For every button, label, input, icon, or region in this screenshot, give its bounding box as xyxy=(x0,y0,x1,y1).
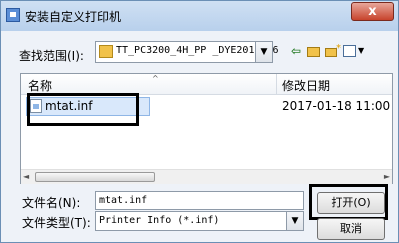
open-highlight-box xyxy=(309,184,388,220)
install-printer-dialog: 安装自定义打印机 x 查找范围(I): TT_PC3200_4H_PP _DYE… xyxy=(0,0,399,243)
chevron-down-icon[interactable]: ▼ xyxy=(255,42,272,62)
scroll-left-icon[interactable]: ◄ xyxy=(23,170,29,184)
filename-input[interactable]: mtat.inf xyxy=(95,191,304,210)
close-button[interactable]: x xyxy=(351,2,394,21)
view-menu-icon[interactable]: ▼ xyxy=(342,42,368,60)
filetype-combo[interactable]: Printer Info (*.inf) ▼ xyxy=(95,211,304,231)
filename-label: 文件名(N): xyxy=(22,196,81,210)
scroll-thumb[interactable] xyxy=(35,172,155,182)
chevron-down-icon[interactable]: ▼ xyxy=(286,212,303,230)
up-folder-icon[interactable] xyxy=(305,42,323,60)
file-date: 2017-01-18 11:00 xyxy=(282,99,391,113)
column-name-header[interactable]: 名称 xyxy=(28,77,52,94)
column-date-header[interactable]: 修改日期 xyxy=(282,77,330,94)
new-folder-icon[interactable]: * xyxy=(323,42,341,60)
file-list[interactable]: 名称 ^ 修改日期 mtat.inf 2017-01-18 11:00 xyxy=(20,73,393,184)
scroll-right-icon[interactable]: ► xyxy=(384,170,390,184)
file-list-header: 名称 ^ 修改日期 xyxy=(21,74,392,95)
cancel-button[interactable]: 取消 xyxy=(317,218,385,240)
filetype-label: 文件类型(T): xyxy=(22,216,91,230)
title-bar: 安装自定义打印机 x xyxy=(1,1,398,31)
file-highlight-box xyxy=(27,93,139,126)
lookin-combo[interactable]: TT_PC3200_4H_PP _DYE2017316 ▼ xyxy=(95,41,279,63)
horizontal-scrollbar[interactable]: ◄ ► xyxy=(21,169,392,184)
printer-app-icon xyxy=(6,8,20,22)
column-divider[interactable] xyxy=(276,74,277,94)
folder-icon xyxy=(99,45,113,58)
sort-icon: ^ xyxy=(152,74,159,83)
window-title: 安装自定义打印机 xyxy=(25,10,122,24)
lookin-label: 查找范围(I): xyxy=(19,49,84,63)
filetype-value: Printer Info (*.inf) xyxy=(99,215,220,226)
back-icon[interactable]: ⇦ xyxy=(287,42,305,60)
